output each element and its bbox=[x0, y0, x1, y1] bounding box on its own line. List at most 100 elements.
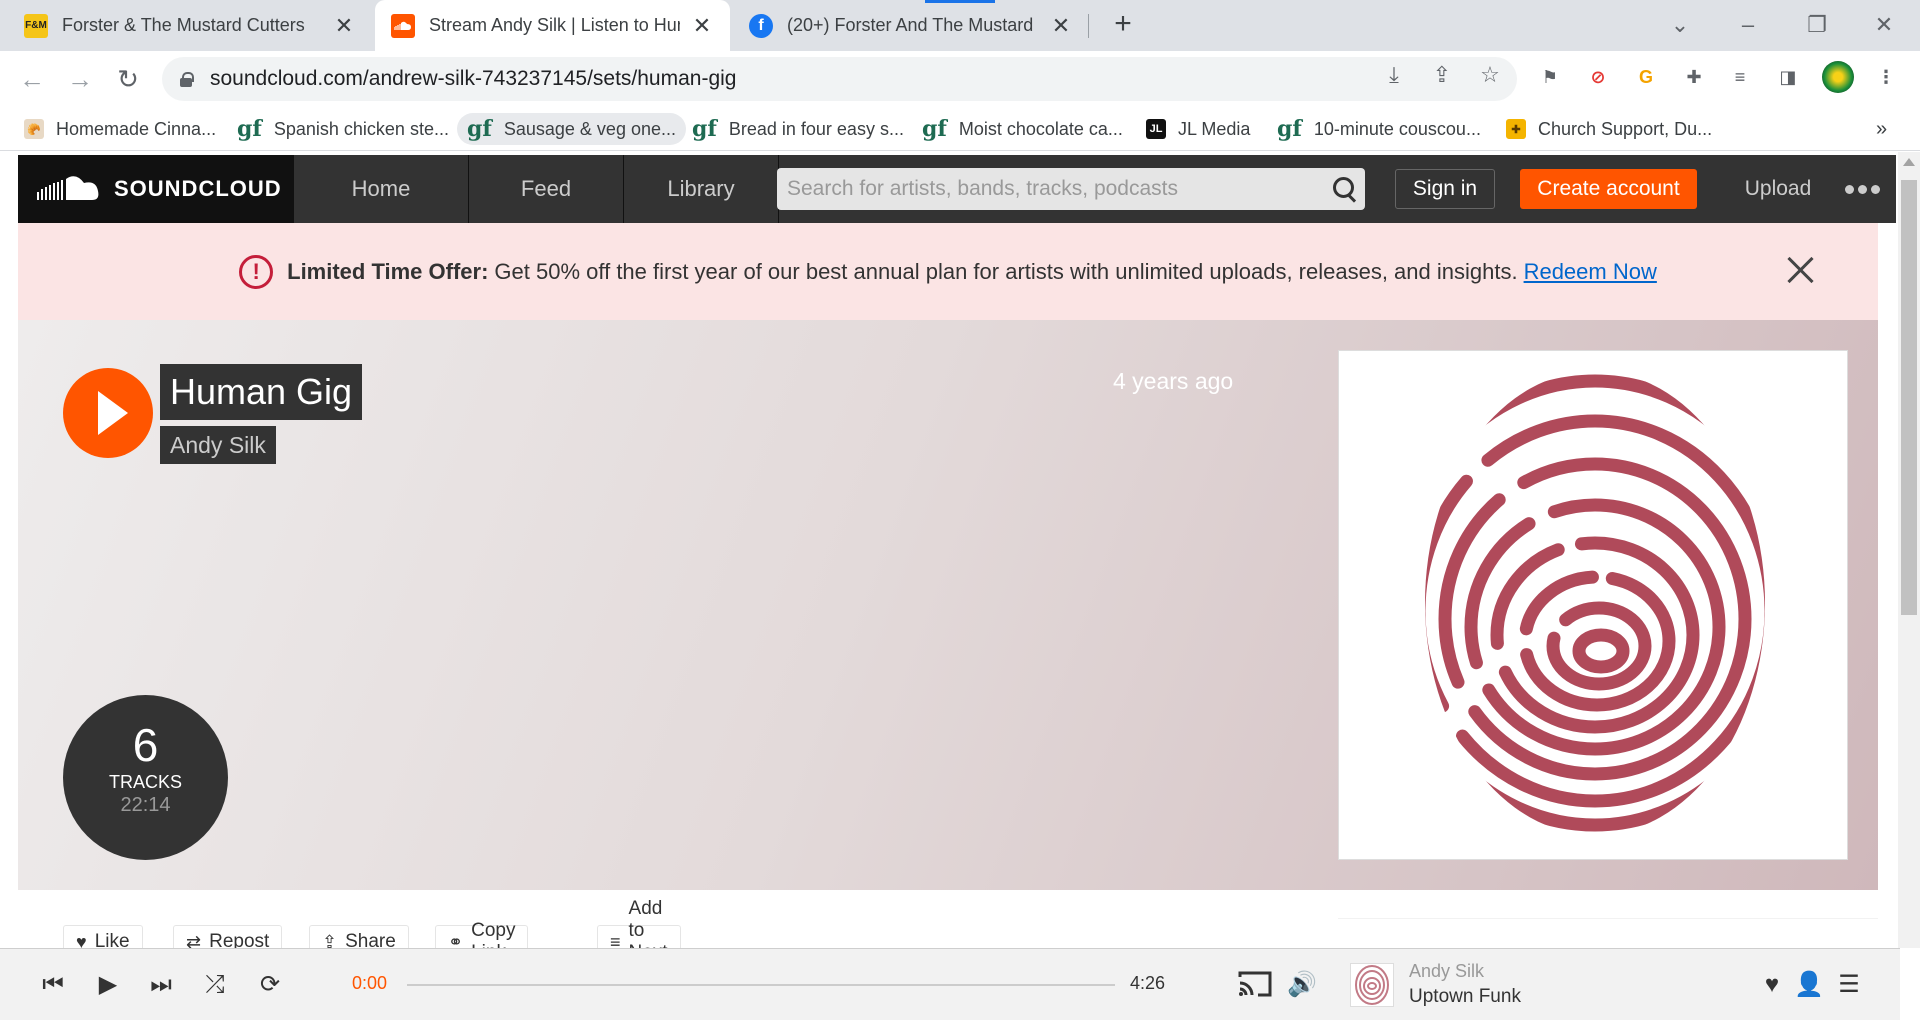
cast-icon[interactable] bbox=[1237, 971, 1273, 999]
tab-separator bbox=[1088, 14, 1089, 38]
nav-home[interactable]: Home bbox=[293, 155, 468, 223]
jl-favicon-icon: JL bbox=[1146, 119, 1166, 139]
bookmark-item[interactable]: ✚ Church Support, Du... bbox=[1496, 113, 1722, 145]
address-bar[interactable]: soundcloud.com/andrew-silk-743237145/set… bbox=[162, 57, 1517, 101]
extension-g-icon[interactable]: G bbox=[1632, 63, 1660, 91]
gf-favicon-icon: gf bbox=[692, 116, 717, 142]
soundcloud-header: SOUNDCLOUD Home Feed Library Sign in Cre… bbox=[18, 155, 1896, 223]
tab-forster[interactable]: F&M Forster & The Mustard Cutters ✕ bbox=[8, 0, 372, 51]
bookmark-label: Spanish chicken ste... bbox=[273, 118, 449, 139]
offer-title: Limited Time Offer: bbox=[287, 258, 489, 284]
menu-kebab-icon[interactable]: ⋮ bbox=[1872, 63, 1900, 91]
bookmark-item[interactable]: gf Spanish chicken ste... bbox=[227, 113, 459, 145]
create-account-button[interactable]: Create account bbox=[1520, 169, 1697, 209]
volume-icon[interactable]: 🔊 bbox=[1287, 971, 1317, 999]
profile-avatar[interactable] bbox=[1822, 61, 1854, 93]
shuffle-icon[interactable]: ⤮ bbox=[200, 971, 230, 999]
logo-text: SOUNDCLOUD bbox=[114, 176, 282, 201]
extension-lastpass-icon[interactable]: ⊘ bbox=[1584, 63, 1612, 91]
side-panel-icon[interactable]: ◨ bbox=[1774, 63, 1802, 91]
like-heart-icon[interactable]: ♥ bbox=[1757, 971, 1787, 999]
offer-banner: ! Limited Time Offer: Get 50% off the fi… bbox=[18, 223, 1878, 320]
tab-title: (20+) Forster And The Mustard C bbox=[787, 15, 1039, 35]
bookmarks-bar: 🥐 Homemade Cinna... gf Spanish chicken s… bbox=[0, 107, 1920, 151]
now-playing-title[interactable]: Uptown Funk bbox=[1409, 986, 1521, 1008]
play-button[interactable] bbox=[63, 368, 153, 458]
now-playing-artist[interactable]: Andy Silk bbox=[1409, 961, 1484, 982]
page-scrollbar[interactable] bbox=[1898, 152, 1920, 948]
extension-flag-icon[interactable]: ⚑ bbox=[1536, 63, 1564, 91]
soundcloud-logo[interactable]: SOUNDCLOUD bbox=[18, 155, 293, 223]
close-icon[interactable]: ✕ bbox=[332, 13, 356, 39]
nav-feed[interactable]: Feed bbox=[468, 155, 623, 223]
progress-bar[interactable] bbox=[407, 984, 1115, 986]
bookmark-label: Bread in four easy s... bbox=[728, 118, 904, 139]
gf-favicon-icon: gf bbox=[1277, 116, 1302, 142]
install-app-icon[interactable]: ⤓ bbox=[1380, 61, 1408, 89]
close-window-button[interactable]: ✕ bbox=[1864, 8, 1904, 42]
player-bar: ⏮ ▶ ⏭ ⤮ ⟳ 0:00 4:26 🔊 Andy Silk Uptown F… bbox=[0, 948, 1900, 1020]
bookmark-label: Church Support, Du... bbox=[1538, 118, 1713, 139]
play-icon[interactable]: ▶ bbox=[93, 971, 123, 999]
bookmark-item[interactable]: gf 10-minute couscou... bbox=[1267, 113, 1491, 145]
search-box bbox=[777, 168, 1365, 210]
tab-search-chevron-icon[interactable]: ⌄ bbox=[1660, 8, 1700, 42]
close-icon[interactable] bbox=[1784, 253, 1818, 287]
bookmark-item[interactable]: 🥐 Homemade Cinna... bbox=[14, 113, 226, 145]
forward-arrow-icon[interactable]: → bbox=[64, 63, 96, 95]
lock-icon[interactable] bbox=[180, 72, 194, 87]
current-time: 0:00 bbox=[352, 973, 388, 993]
url-text[interactable]: soundcloud.com/andrew-silk-743237145/set… bbox=[210, 67, 736, 91]
close-icon[interactable]: ✕ bbox=[1049, 13, 1073, 39]
share-icon[interactable]: ⇪ bbox=[1428, 61, 1456, 89]
bookmark-item[interactable]: gf Bread in four easy s... bbox=[682, 113, 914, 145]
back-arrow-icon[interactable]: ← bbox=[16, 63, 48, 95]
artist-name[interactable]: Andy Silk bbox=[160, 426, 276, 464]
bookmark-item[interactable]: JL JL Media bbox=[1136, 113, 1260, 145]
upload-link[interactable]: Upload bbox=[1718, 169, 1838, 209]
fm-favicon-icon: F&M bbox=[24, 13, 48, 38]
nav-library[interactable]: Library bbox=[623, 155, 779, 223]
search-icon[interactable] bbox=[1325, 168, 1365, 210]
scroll-thumb[interactable] bbox=[1901, 180, 1917, 615]
gf-favicon-icon: gf bbox=[237, 116, 262, 142]
bookmarks-overflow-chevron-icon[interactable]: » bbox=[1866, 113, 1897, 145]
scroll-up-arrow-icon[interactable] bbox=[1903, 158, 1915, 166]
next-icon[interactable]: ⏭ bbox=[146, 971, 176, 999]
soundcloud-favicon-icon bbox=[391, 13, 415, 38]
playlist-hero: Human Gig Andy Silk 4 years ago 6 TRACKS… bbox=[18, 320, 1878, 890]
more-options-icon[interactable] bbox=[1832, 169, 1892, 209]
new-tab-button[interactable]: + bbox=[1106, 8, 1140, 42]
reload-icon[interactable]: ↻ bbox=[112, 63, 144, 95]
browser-tab-bar: F&M Forster & The Mustard Cutters ✕ Stre… bbox=[0, 0, 1920, 51]
repeat-icon[interactable]: ⟳ bbox=[255, 971, 285, 999]
tab-facebook[interactable]: f (20+) Forster And The Mustard C ✕ bbox=[733, 0, 1089, 51]
tab-title: Stream Andy Silk | Listen to Hum bbox=[429, 15, 680, 35]
close-icon[interactable]: ✕ bbox=[690, 13, 714, 39]
browser-toolbar: ← → ↻ soundcloud.com/andrew-silk-7432371… bbox=[0, 51, 1920, 107]
bookmark-item[interactable]: gf Moist chocolate ca... bbox=[912, 113, 1133, 145]
previous-icon[interactable]: ⏮ bbox=[38, 971, 68, 999]
bookmark-label: Moist chocolate ca... bbox=[958, 118, 1123, 139]
tab-soundcloud[interactable]: Stream Andy Silk | Listen to Hum ✕ bbox=[375, 0, 730, 51]
sign-in-button[interactable]: Sign in bbox=[1395, 169, 1495, 209]
church-favicon-icon: ✚ bbox=[1506, 119, 1526, 139]
minimize-button[interactable]: – bbox=[1728, 8, 1768, 42]
search-input[interactable] bbox=[787, 177, 1325, 201]
media-control-icon[interactable]: ≡ bbox=[1726, 63, 1754, 91]
star-bookmark-icon[interactable]: ☆ bbox=[1476, 61, 1504, 89]
bookmark-label: JL Media bbox=[1178, 118, 1251, 139]
tracks-label: TRACKS bbox=[108, 772, 182, 792]
gf-favicon-icon: gf bbox=[922, 116, 947, 142]
follow-user-icon[interactable]: 👤 bbox=[1794, 971, 1824, 999]
gf-favicon-icon: gf bbox=[467, 116, 492, 142]
bookmark-item[interactable]: gf Sausage & veg one... bbox=[457, 113, 686, 145]
restore-button[interactable]: ❐ bbox=[1797, 8, 1837, 42]
offer-text: Get 50% off the first year of our best a… bbox=[494, 258, 1518, 284]
extensions-puzzle-icon[interactable]: ✚ bbox=[1680, 63, 1708, 91]
now-playing-artwork[interactable] bbox=[1350, 963, 1394, 1007]
playlist-artwork[interactable] bbox=[1338, 350, 1848, 860]
queue-list-icon[interactable]: ☰ bbox=[1834, 971, 1864, 999]
redeem-now-link[interactable]: Redeem Now bbox=[1524, 259, 1657, 285]
cinnamon-favicon-icon: 🥐 bbox=[24, 119, 44, 139]
